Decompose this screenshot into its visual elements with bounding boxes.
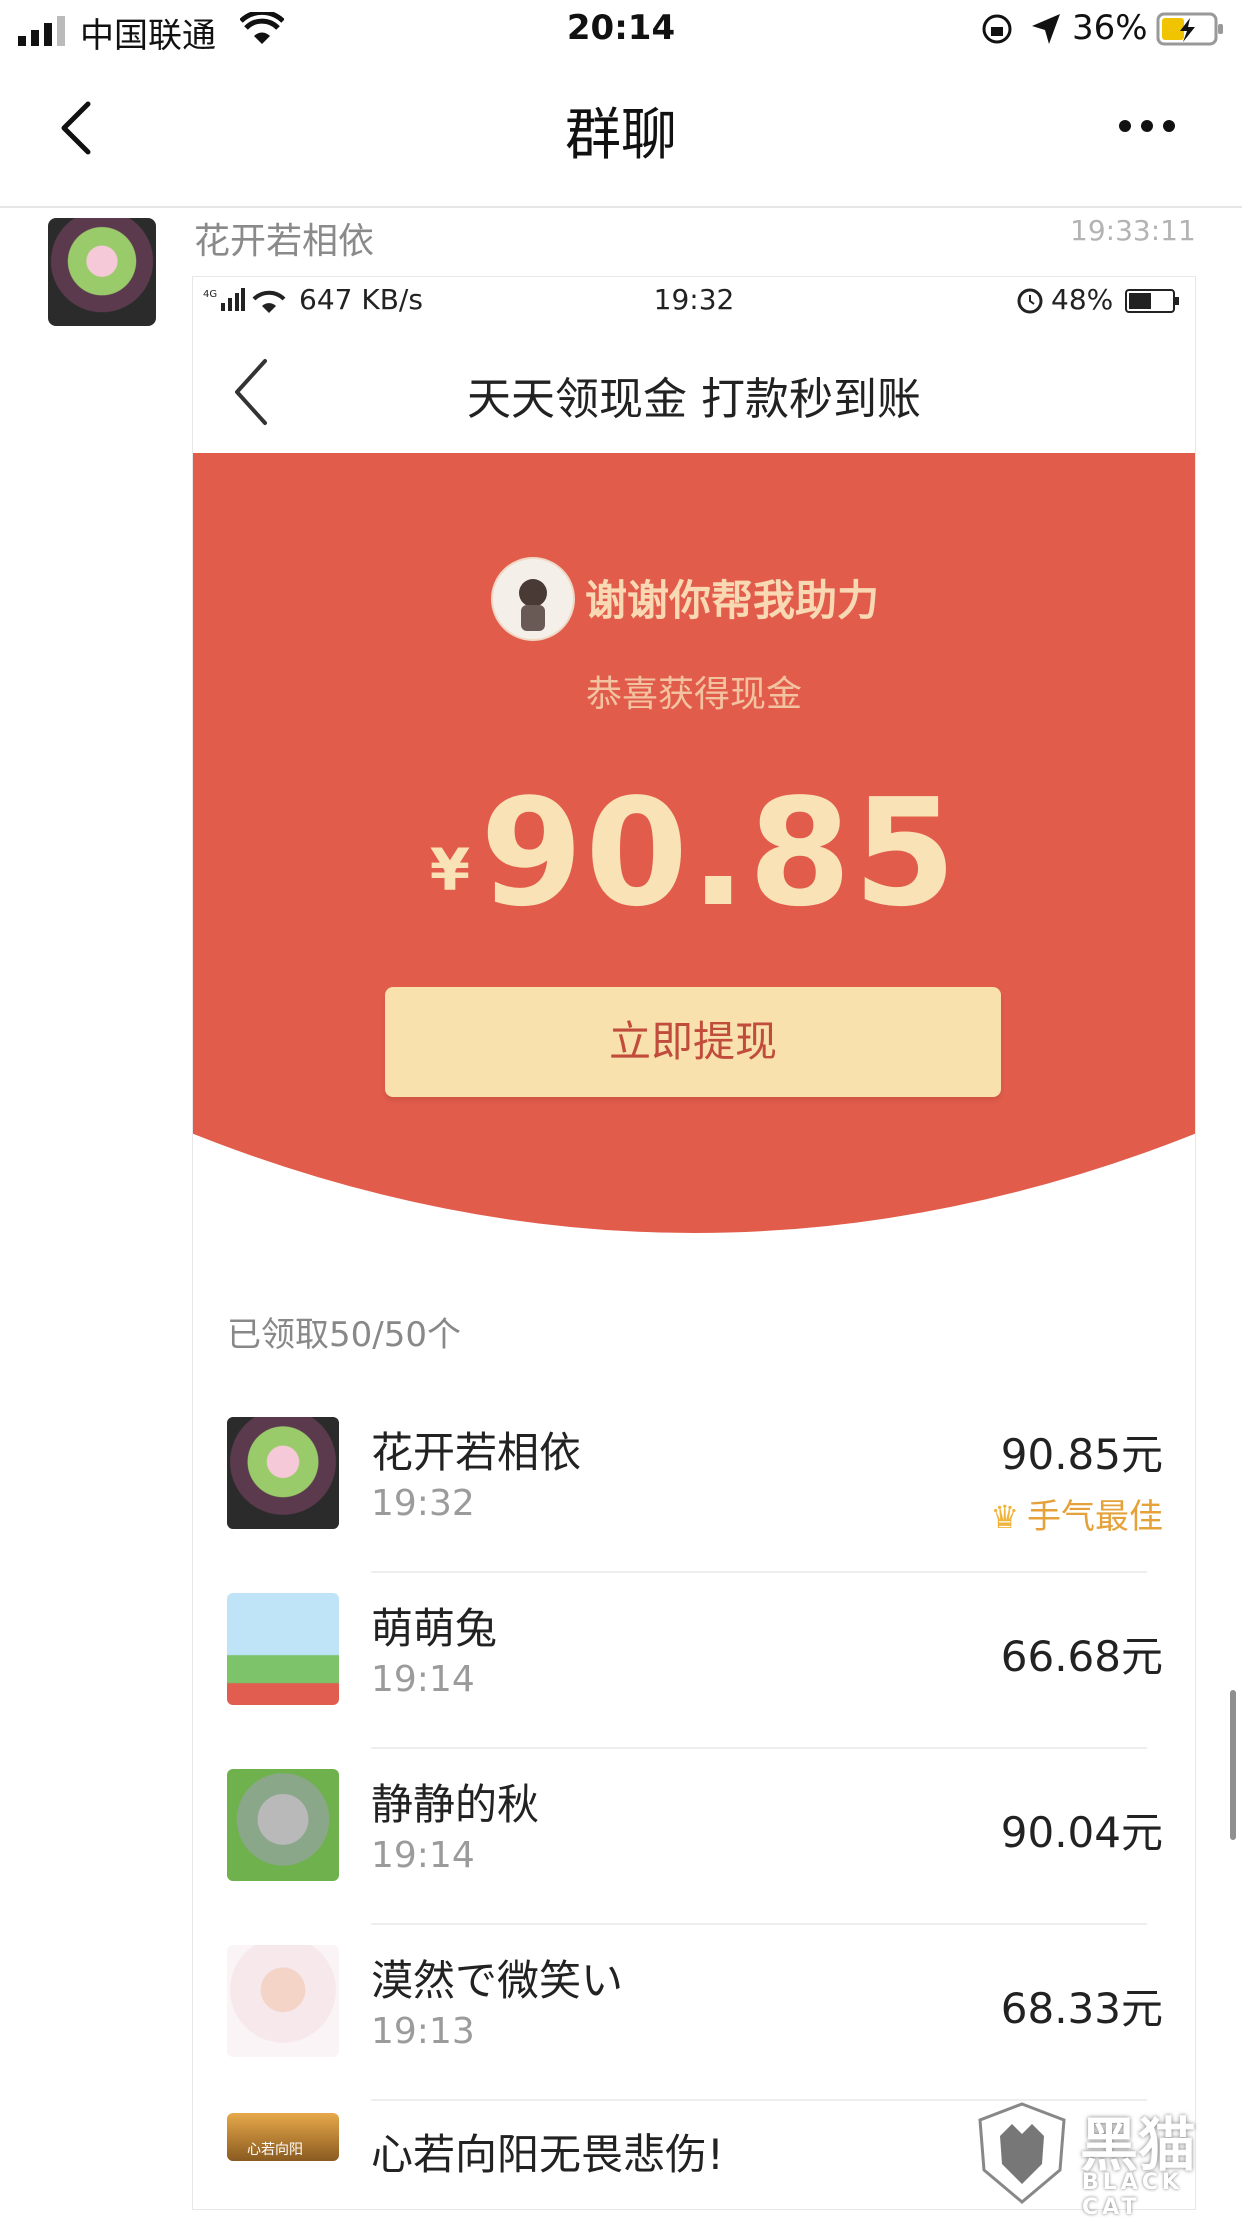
page-title: 群聊 xyxy=(565,103,677,168)
best-luck-badge: ♛ 手气最佳 xyxy=(990,1489,1163,1538)
list-item[interactable]: 静静的秋 19:14 90.04元 xyxy=(193,1749,1195,1925)
congrats-text: 恭喜获得现金 xyxy=(585,674,802,715)
avatar: 心若向阳 xyxy=(227,2113,339,2161)
best-luck-label: 手气最佳 xyxy=(1027,1497,1163,1537)
thanks-text: 谢谢你帮我助力 xyxy=(585,576,880,625)
avatar xyxy=(227,1945,339,2057)
list-item-amount: 90.85元 xyxy=(1000,1430,1163,1479)
list-item-amount: 66.68元 xyxy=(1000,1632,1163,1681)
girl-avatar-icon xyxy=(519,579,547,631)
list-item[interactable]: 萌萌兔 19:14 66.68元 xyxy=(193,1573,1195,1749)
currency-symbol: ¥ xyxy=(429,836,471,904)
inner-page-title: 天天领现金 打款秒到账 xyxy=(467,374,921,425)
received-count: 已领取50/50个 xyxy=(227,1315,461,1355)
list-item-amount: 90.04元 xyxy=(1000,1808,1163,1857)
list-item-name: 花开若相依 xyxy=(371,1428,582,1477)
inner-battery-percent: 48% xyxy=(1051,283,1114,316)
scrollbar[interactable] xyxy=(1230,1690,1236,1840)
list-item-name: 漠然で微笑い xyxy=(371,1956,624,2005)
amount-value: 90.85 xyxy=(480,767,959,939)
crown-icon: ♛ xyxy=(990,1498,1019,1536)
list-item-time: 19:32 xyxy=(371,1483,475,1524)
withdraw-button[interactable]: 立即提现 xyxy=(385,987,1001,1097)
list-item-name: 静静的秋 xyxy=(371,1780,540,1829)
battery-icon xyxy=(1156,12,1223,46)
message-time: 19:33:11 xyxy=(1070,214,1196,247)
location-arrow-icon xyxy=(1032,14,1060,44)
list-item-time: 19:14 xyxy=(371,1659,475,1700)
cash-amount: ¥90.85 xyxy=(193,767,1195,939)
more-options-icon[interactable] xyxy=(1118,118,1176,134)
list-item-name: 萌萌兔 xyxy=(371,1604,498,1653)
watermark: 黑猫 BLACK CAT xyxy=(972,2098,1232,2220)
alarm-icon xyxy=(1017,288,1043,314)
rotation-lock-icon xyxy=(982,14,1012,44)
list-item-name: 心若向阳无畏悲伤! xyxy=(371,2130,724,2179)
avatar xyxy=(227,1769,339,1881)
status-bar: 中国联通 20:14 36% xyxy=(0,0,1242,60)
battery-percent: 36% xyxy=(1072,8,1148,48)
watermark-subtext: BLACK CAT xyxy=(1082,2170,1184,2220)
black-cat-logo-icon xyxy=(978,2102,1066,2204)
image-message[interactable]: 4G 647 KB/s 19:32 48% 天天领现金 打款秒到账 谢谢你帮我助… xyxy=(192,276,1196,2210)
avatar xyxy=(227,1593,339,1705)
sender-name: 花开若相依 xyxy=(194,221,375,262)
list-item[interactable]: 花开若相依 19:32 90.85元 ♛ 手气最佳 xyxy=(193,1397,1195,1573)
list-item-time: 19:14 xyxy=(371,1835,475,1876)
avatar xyxy=(227,1417,339,1529)
helper-avatar xyxy=(491,557,575,641)
list-item-time: 19:13 xyxy=(371,2011,475,2052)
inner-battery-icon xyxy=(1125,289,1179,313)
inner-status-bar: 4G 647 KB/s 19:32 48% xyxy=(193,277,1195,327)
avatar-caption: 心若向阳 xyxy=(247,2142,303,2158)
list-item-amount: 68.33元 xyxy=(1000,1984,1163,2033)
list-item[interactable]: 漠然で微笑い 19:13 68.33元 xyxy=(193,1925,1195,2101)
nav-divider xyxy=(0,206,1242,208)
sender-avatar[interactable] xyxy=(48,218,156,326)
